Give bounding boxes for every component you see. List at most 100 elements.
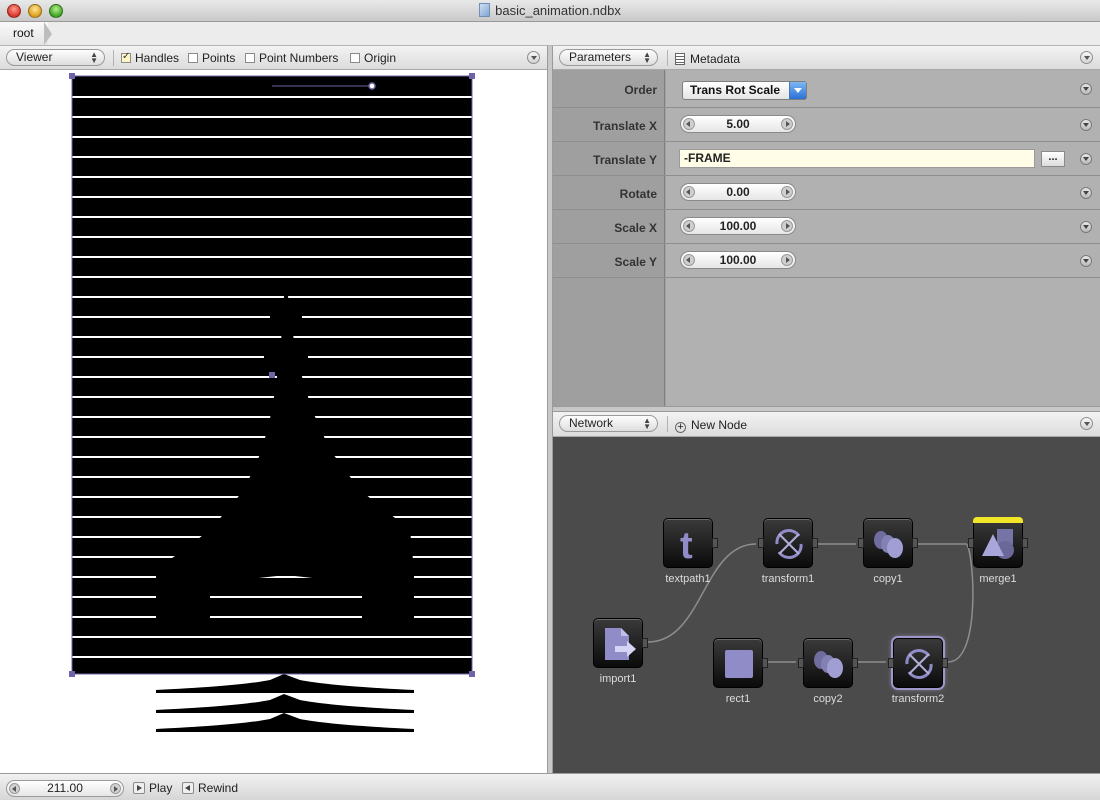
order-select[interactable]: Trans Rot Scale (682, 81, 807, 100)
output-port[interactable] (812, 538, 818, 548)
new-node-label: New Node (691, 418, 748, 432)
points-checkbox[interactable]: Points (188, 52, 235, 66)
metadata-label: Metadata (690, 52, 741, 66)
node-label-transform2: transform2 (891, 693, 945, 705)
rewind-label: Rewind (198, 781, 239, 795)
frame-value: 211.00 (47, 781, 83, 795)
viewer-menu-icon[interactable] (527, 51, 540, 64)
viewer-mode-popup[interactable]: Viewer ▲ ▼ (6, 49, 105, 66)
param-menu-icon[interactable] (1080, 119, 1092, 131)
node-label-transform1: transform1 (761, 573, 815, 585)
merge-icon (982, 529, 1014, 559)
node-transform2[interactable] (888, 638, 948, 688)
input-port[interactable] (888, 658, 894, 668)
node-label-copy1: copy1 (873, 573, 903, 585)
checkbox-icon (350, 53, 360, 63)
decrement-icon[interactable] (683, 220, 695, 232)
tower-band (264, 346, 308, 360)
parameters-toolbar: Parameters ▲ ▼ Metadata (553, 46, 1100, 70)
corner-handle[interactable] (469, 73, 475, 79)
output-port[interactable] (852, 658, 858, 668)
frame-field[interactable]: 211.00 (6, 780, 124, 797)
output-port[interactable] (642, 638, 648, 648)
network-tab-popup[interactable]: Network ▲ ▼ (559, 415, 658, 432)
output-port[interactable] (1022, 538, 1028, 548)
scale-x-field[interactable]: 100.00 (680, 217, 796, 235)
translate-y-expression-field[interactable]: -FRAME (679, 149, 1035, 168)
handles-label: Handles (135, 51, 180, 65)
updown-icon: ▲ ▼ (90, 50, 98, 65)
decrement-icon[interactable] (683, 254, 695, 266)
increment-icon[interactable] (781, 254, 793, 266)
origin-checkbox[interactable]: Origin (350, 52, 396, 66)
increment-icon[interactable] (781, 220, 793, 232)
output-port[interactable] (942, 658, 948, 668)
param-menu-icon[interactable] (1080, 153, 1092, 165)
node-import1[interactable] (593, 618, 648, 668)
handles-checkbox[interactable]: Handles (121, 51, 180, 66)
output-port[interactable] (762, 658, 768, 668)
output-port[interactable] (712, 538, 718, 548)
new-node-button[interactable]: + New Node (675, 418, 747, 433)
rotate-field[interactable]: 0.00 (680, 183, 796, 201)
node-copy2[interactable] (798, 638, 858, 688)
point-numbers-checkbox[interactable]: Point Numbers (245, 52, 338, 66)
reflection-shape (156, 674, 414, 693)
input-port[interactable] (858, 538, 864, 548)
center-handle[interactable] (269, 372, 275, 378)
points-label: Points (202, 51, 236, 65)
input-port[interactable] (798, 658, 804, 668)
rotate-value: 0.00 (726, 185, 750, 199)
connection-transform2-merge1 (947, 543, 974, 663)
viewer-drawing[interactable] (0, 70, 547, 773)
rotate-label: Rotate (619, 187, 657, 201)
param-menu-icon[interactable] (1080, 221, 1092, 233)
node-rect1[interactable] (713, 638, 768, 688)
node-label-merge1: merge1 (979, 573, 1017, 585)
reflection-shape (156, 694, 414, 713)
node-textpath1[interactable]: t (663, 518, 718, 568)
decrement-icon[interactable] (683, 186, 695, 198)
param-menu-icon[interactable] (1080, 83, 1092, 95)
decrement-icon[interactable] (683, 118, 695, 130)
network-canvas[interactable]: t textpath1 transform1 copy1 merge1 impo… (553, 437, 1100, 773)
corner-handle[interactable] (69, 671, 75, 677)
parameters-tab-popup[interactable]: Parameters ▲ ▼ (559, 49, 658, 66)
increment-icon[interactable] (781, 186, 793, 198)
input-port[interactable] (758, 538, 764, 548)
network-menu-icon[interactable] (1080, 417, 1093, 430)
import-icon (605, 628, 636, 660)
breadcrumb-root[interactable]: root (0, 22, 48, 45)
copy-icon (814, 651, 843, 678)
viewer-canvas[interactable] (0, 70, 547, 773)
param-menu-icon[interactable] (1080, 187, 1092, 199)
node-transform1[interactable] (758, 518, 818, 568)
play-button[interactable]: Play (133, 781, 172, 795)
node-label-rect1: rect1 (725, 693, 751, 705)
node-merge1[interactable] (968, 517, 1028, 568)
parameters-menu-icon[interactable] (1080, 51, 1093, 64)
rewind-button[interactable]: Rewind (182, 781, 238, 795)
plus-icon: + (675, 422, 686, 433)
corner-handle[interactable] (69, 73, 75, 79)
network-tab-label: Network (569, 416, 614, 430)
decrement-icon[interactable] (9, 783, 20, 794)
param-menu-icon[interactable] (1080, 255, 1092, 267)
node-label-textpath1: textpath1 (665, 573, 711, 585)
increment-icon[interactable] (110, 783, 121, 794)
scale-y-field[interactable]: 100.00 (680, 251, 796, 269)
point-numbers-label: Point Numbers (259, 51, 339, 65)
rotate-handle[interactable] (368, 82, 376, 90)
order-label: Order (624, 83, 657, 97)
translate-x-field[interactable]: 5.00 (680, 115, 796, 133)
output-port[interactable] (912, 538, 918, 548)
increment-icon[interactable] (781, 118, 793, 130)
input-port[interactable] (968, 538, 974, 548)
corner-handle[interactable] (469, 671, 475, 677)
node-copy1[interactable] (858, 518, 918, 568)
expression-editor-button[interactable]: ... (1041, 151, 1065, 167)
viewer-toolbar: Viewer ▲▼ Handles Points Point Numbers O… (0, 46, 547, 70)
metadata-button[interactable]: Metadata (675, 52, 740, 66)
scale-x-label: Scale X (614, 221, 657, 235)
origin-label: Origin (364, 51, 397, 65)
